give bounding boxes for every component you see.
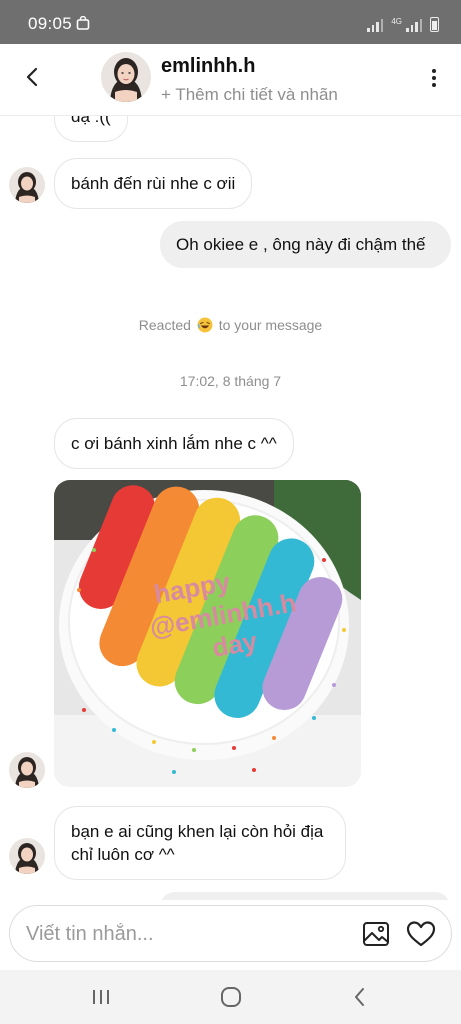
system-nav-bar bbox=[0, 970, 461, 1024]
message-text: bạn e ai cũng khen lại còn hỏi địa chỉ l… bbox=[71, 822, 324, 864]
cake-photo[interactable]: happy @emlinhh.h day bbox=[54, 480, 361, 787]
signal-icon-2 bbox=[406, 18, 422, 32]
message-text: Oh okiee e , ông này đi chậm thế bbox=[176, 235, 426, 254]
message-text: c ơi bánh xinh lắm nhe c ^^ bbox=[71, 434, 277, 453]
shopping-bag-icon bbox=[76, 16, 90, 30]
avatar[interactable] bbox=[101, 52, 151, 102]
reaction-text-before: Reacted bbox=[138, 317, 191, 333]
reaction-text-after: to your message bbox=[218, 317, 323, 333]
status-indicators: 4G bbox=[367, 14, 439, 32]
back-icon[interactable] bbox=[345, 984, 375, 1010]
image-gallery-icon[interactable] bbox=[360, 918, 392, 950]
message-bubble-outgoing[interactable]: Oh okiee e , ông này đi chậm thế bbox=[160, 221, 451, 268]
sender-avatar[interactable] bbox=[9, 752, 45, 788]
recent-apps-icon[interactable] bbox=[86, 984, 116, 1010]
message-bubble-incoming[interactable]: bạn e ai cũng khen lại còn hỏi địa chỉ l… bbox=[54, 806, 346, 880]
reaction-notice: Reacted to your message bbox=[0, 317, 461, 333]
laughing-emoji-icon bbox=[197, 317, 213, 333]
more-vertical-icon[interactable] bbox=[429, 66, 439, 90]
chevron-left-icon[interactable] bbox=[18, 62, 48, 92]
message-text: bánh đến rùi nhe c ơii bbox=[71, 174, 236, 193]
sender-avatar[interactable] bbox=[9, 167, 45, 203]
heart-icon[interactable] bbox=[405, 918, 437, 950]
status-time: 09:05 bbox=[28, 14, 73, 33]
message-bubble-incoming[interactable]: c ơi bánh xinh lắm nhe c ^^ bbox=[54, 418, 294, 469]
message-bubble-incoming[interactable]: bánh đến rùi nhe c ơii bbox=[54, 158, 253, 209]
chat-header-front: emlinhh.h + Thêm chi tiết và nhãn bbox=[0, 44, 461, 116]
home-icon[interactable] bbox=[216, 984, 246, 1010]
network-type: 4G bbox=[391, 17, 402, 26]
message-timestamp: 17:02, 8 tháng 7 bbox=[179, 373, 282, 389]
battery-icon bbox=[430, 17, 439, 32]
message-composer bbox=[9, 905, 452, 962]
message-input[interactable] bbox=[26, 918, 346, 950]
add-details-link[interactable]: + Thêm chi tiết và nhãn bbox=[161, 85, 338, 105]
chat-username[interactable]: emlinhh.h bbox=[161, 55, 255, 78]
signal-icon bbox=[367, 18, 384, 32]
sender-avatar[interactable] bbox=[9, 838, 45, 874]
status-bar: 09:05 4G bbox=[0, 0, 461, 44]
